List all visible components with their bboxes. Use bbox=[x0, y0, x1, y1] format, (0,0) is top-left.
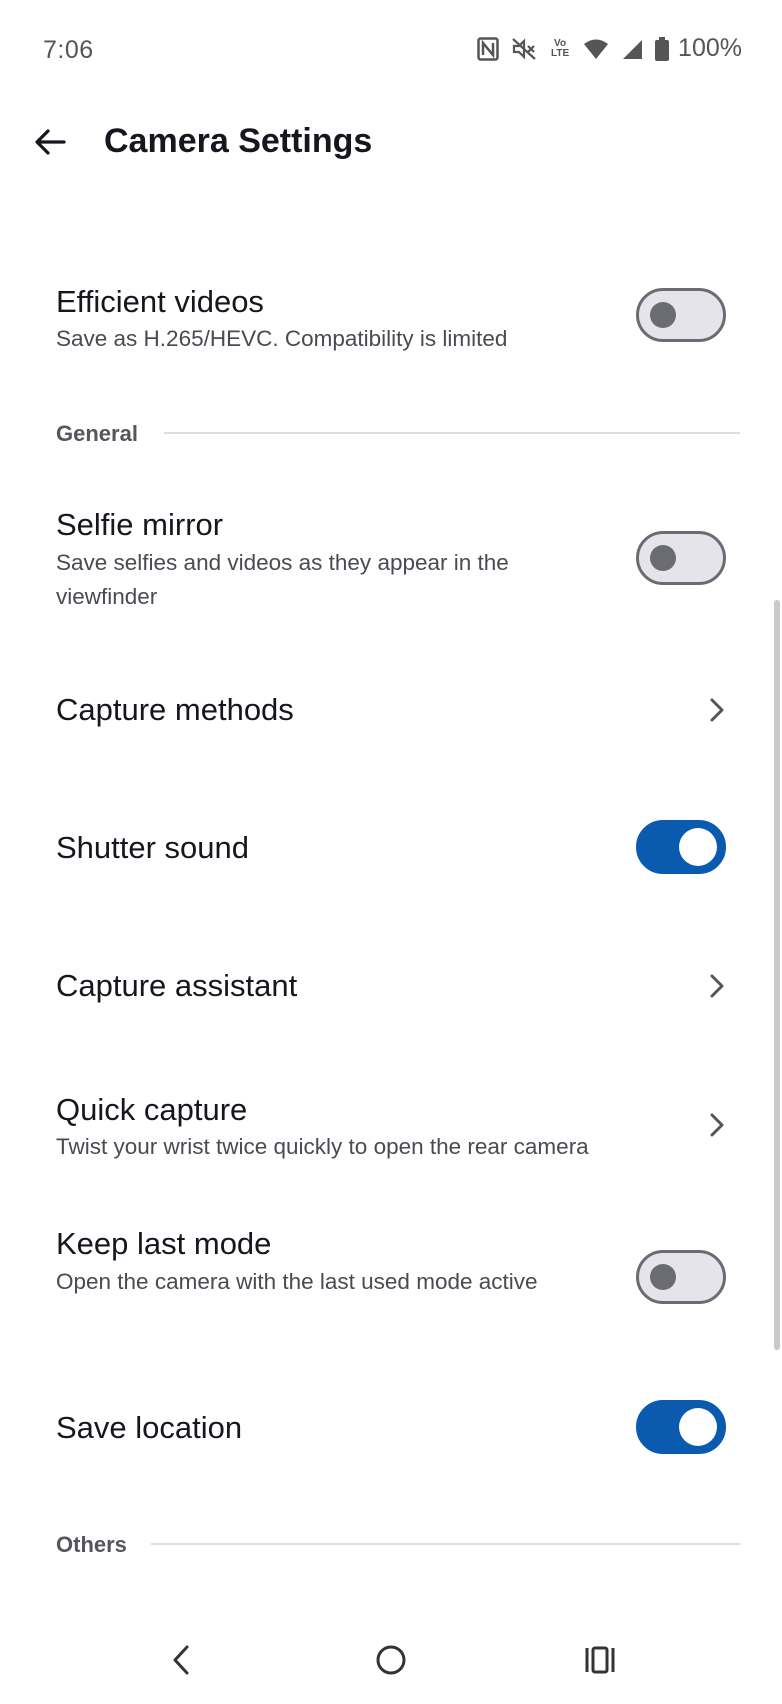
setting-title: Capture methods bbox=[56, 692, 294, 727]
save-location-toggle[interactable] bbox=[636, 1400, 726, 1454]
setting-subtitle: Twist your wrist twice quickly to open t… bbox=[56, 1134, 589, 1159]
system-nav-bar bbox=[0, 1610, 782, 1704]
setting-title: Efficient videos bbox=[56, 284, 264, 319]
setting-shutter-sound[interactable]: Shutter sound bbox=[0, 800, 782, 900]
setting-quick-capture[interactable]: Quick capture Twist your wrist twice qui… bbox=[0, 1080, 782, 1190]
section-divider bbox=[164, 432, 740, 434]
setting-subtitle: Save selfies and videos as they appear i… bbox=[56, 550, 509, 609]
section-header-general: General bbox=[56, 421, 138, 446]
setting-subtitle: Open the camera with the last used mode … bbox=[56, 1269, 538, 1294]
nfc-icon bbox=[474, 35, 502, 63]
setting-title: Shutter sound bbox=[56, 830, 250, 865]
setting-keep-last-mode[interactable]: Keep last mode Open the camera with the … bbox=[0, 1215, 782, 1365]
setting-capture-methods[interactable]: Capture methods bbox=[0, 660, 782, 760]
toggle-knob bbox=[679, 1408, 717, 1446]
shutter-sound-toggle[interactable] bbox=[636, 820, 726, 874]
setting-selfie-mirror[interactable]: Selfie mirror Save selfies and videos as… bbox=[0, 490, 782, 640]
status-icons: Vo LTE 100% bbox=[474, 34, 742, 63]
setting-title: Selfie mirror bbox=[56, 507, 224, 542]
mute-icon bbox=[510, 35, 538, 63]
setting-subtitle: Save as H.265/HEVC. Compatibility is lim… bbox=[56, 326, 508, 351]
section-divider bbox=[151, 1543, 740, 1545]
efficient-videos-toggle[interactable] bbox=[636, 288, 726, 342]
toggle-knob bbox=[650, 302, 676, 328]
nav-back-icon bbox=[173, 1645, 189, 1675]
app-bar: Camera Settings bbox=[0, 100, 782, 190]
setting-efficient-videos[interactable]: Efficient videos Save as H.265/HEVC. Com… bbox=[0, 260, 782, 380]
nav-home-button[interactable] bbox=[369, 1638, 413, 1682]
nav-back-button[interactable] bbox=[159, 1638, 203, 1682]
toggle-knob bbox=[679, 828, 717, 866]
nav-home-icon bbox=[376, 1645, 406, 1675]
scrollbar[interactable] bbox=[774, 600, 780, 1350]
nav-recents-button[interactable] bbox=[578, 1638, 622, 1682]
setting-capture-assistant[interactable]: Capture assistant bbox=[0, 940, 782, 1040]
battery-icon bbox=[654, 35, 670, 63]
status-time: 7:06 bbox=[43, 36, 94, 64]
volte-label-bottom: LTE bbox=[550, 47, 570, 59]
signal-icon bbox=[618, 35, 646, 63]
volte-label-top: Vo bbox=[554, 37, 567, 49]
wifi-icon bbox=[582, 35, 610, 63]
battery-percent: 100% bbox=[678, 34, 742, 62]
toggle-knob bbox=[650, 1264, 676, 1290]
page-title: Camera Settings bbox=[104, 122, 373, 160]
nav-recents-icon bbox=[585, 1646, 615, 1674]
setting-title: Save location bbox=[56, 1410, 243, 1445]
chevron-right-icon bbox=[702, 695, 732, 725]
selfie-mirror-toggle[interactable] bbox=[636, 531, 726, 585]
setting-save-location[interactable]: Save location bbox=[0, 1380, 782, 1480]
toggle-knob bbox=[650, 545, 676, 571]
section-header-others: Others bbox=[56, 1532, 127, 1557]
setting-title: Capture assistant bbox=[56, 968, 298, 1003]
keep-last-mode-toggle[interactable] bbox=[636, 1250, 726, 1304]
chevron-right-icon bbox=[702, 971, 732, 1001]
setting-title: Quick capture bbox=[56, 1092, 248, 1127]
volte-icon: Vo LTE bbox=[546, 35, 574, 63]
chevron-right-icon bbox=[702, 1110, 732, 1140]
status-bar: 7:06 Vo LTE 100% bbox=[0, 0, 782, 100]
back-button[interactable] bbox=[28, 120, 72, 164]
setting-title: Keep last mode bbox=[56, 1226, 272, 1261]
back-arrow-icon bbox=[35, 129, 66, 155]
